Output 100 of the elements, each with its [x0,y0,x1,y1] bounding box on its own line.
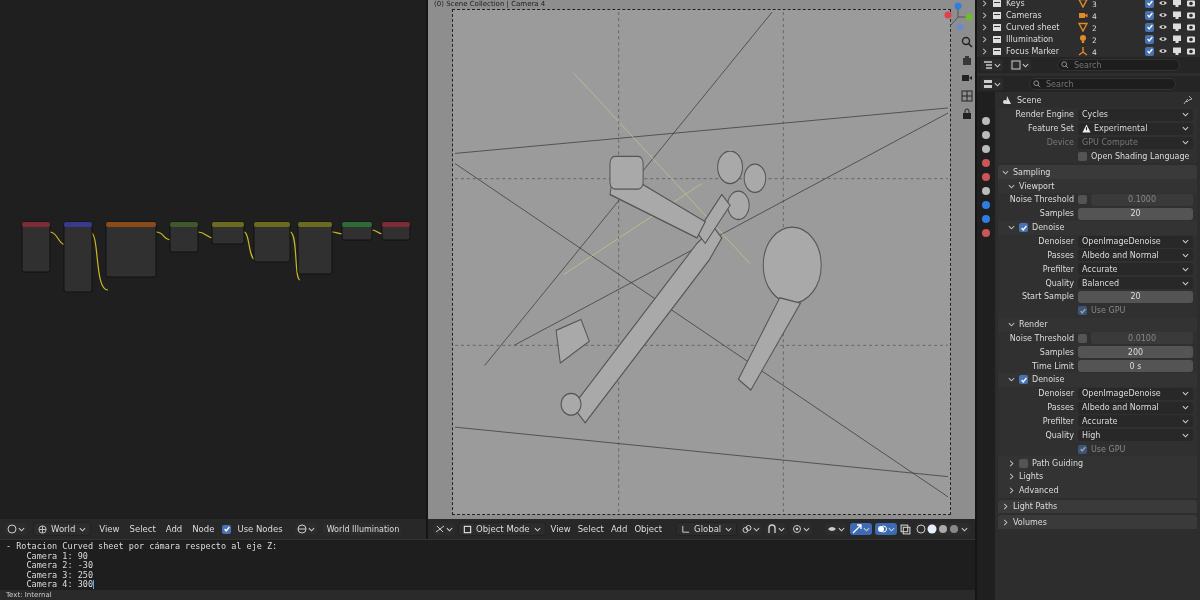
overlay-button[interactable] [875,523,897,535]
subpanel-title[interactable]: Path Guiding [1032,458,1084,468]
checkbox[interactable] [1145,22,1154,32]
checkbox[interactable] [1145,46,1154,56]
link-button[interactable] [740,523,763,535]
eye-icon[interactable] [1158,46,1168,56]
chevron-icon[interactable] [1002,168,1009,176]
subpanel-title[interactable]: Lights [1019,472,1044,482]
dropdown[interactable]: Albedo and Normal [1078,249,1193,262]
editor-type-button[interactable] [981,78,1003,90]
menu-item[interactable]: Object [632,524,665,534]
outliner-item[interactable]: Curved sheet [1006,22,1074,32]
camera-icon[interactable] [1186,34,1196,44]
visibility-button[interactable] [825,523,847,535]
menu-item[interactable]: Add [163,524,185,534]
outliner-item[interactable]: Cameras [1006,10,1074,20]
chevron-icon[interactable] [1008,487,1015,495]
checkbox[interactable] [1145,34,1154,44]
number-field[interactable]: 20 [1078,207,1193,220]
node-box[interactable] [105,221,157,277]
eye-icon[interactable] [1158,10,1168,20]
monitor-icon[interactable] [1172,10,1182,20]
chevron-icon[interactable] [1002,518,1009,526]
chevron-icon[interactable] [1008,473,1015,481]
panel-title[interactable]: Light Paths [1013,502,1058,512]
menu-item[interactable]: View [548,524,573,534]
search-field[interactable]: Search [1057,59,1180,71]
world-name-field[interactable]: World Illumination [322,523,401,535]
menu-item[interactable]: Select [127,524,158,534]
number-field[interactable]: 200 [1078,346,1193,359]
outliner-item[interactable]: Focus Marker [1006,46,1074,56]
dropdown[interactable]: Balanced [1078,277,1193,290]
panel-title[interactable]: Sampling [1013,167,1051,177]
checkbox[interactable] [1145,10,1154,20]
subpanel-title[interactable]: Advanced [1019,486,1059,496]
editor-type-button[interactable] [433,523,455,535]
subpanel-title[interactable]: Viewport [1019,181,1055,191]
dropdown[interactable]: High [1078,429,1193,442]
camera-icon[interactable] [1186,22,1196,32]
outliner-item[interactable]: Keys [1006,0,1074,8]
menu-item[interactable]: Add [608,524,630,534]
dropdown[interactable]: OpenImageDenoise [1078,235,1193,248]
eye-icon[interactable] [1158,34,1168,44]
menu-item[interactable]: Select [575,524,606,534]
xray-icon[interactable] [900,523,911,535]
checkbox[interactable] [1019,458,1028,468]
number-field[interactable]: 20 [1078,290,1193,303]
camera-icon[interactable] [1186,46,1196,56]
chevron-icon[interactable] [1008,224,1015,232]
world-browse-button[interactable] [294,523,317,535]
checkbox[interactable] [1078,151,1087,161]
orientation-dropdown[interactable]: Global [676,522,738,536]
monitor-icon[interactable] [1172,46,1182,56]
checkbox[interactable] [1078,195,1087,205]
lock-icon[interactable] [961,108,973,120]
monitor-icon[interactable] [1172,22,1182,32]
subpanel-title[interactable]: Render [1019,320,1048,330]
chevron-icon[interactable] [1008,182,1015,190]
grid-icon[interactable] [961,90,973,102]
menu-item[interactable]: Node [190,524,217,534]
outliner-item[interactable]: Illumination [1006,34,1074,44]
node-box[interactable] [381,221,411,240]
chevron-icon[interactable] [1008,459,1015,467]
checkbox[interactable] [1078,333,1087,343]
node-box[interactable] [297,221,333,274]
chevron-icon[interactable] [1008,376,1015,384]
monitor-icon[interactable] [1172,34,1182,44]
dropdown[interactable]: Experimental [1078,122,1193,135]
camera-icon[interactable] [1186,0,1196,8]
checkbox[interactable] [222,524,232,534]
number-field[interactable]: 0 s [1078,360,1193,373]
node-box[interactable] [21,221,51,272]
checkbox[interactable] [1019,375,1028,385]
dropdown[interactable]: OpenImageDenoise [1078,387,1193,400]
display-mode-button[interactable] [981,59,1003,71]
checkbox[interactable] [1019,223,1028,233]
node-box[interactable] [341,221,373,240]
node-box[interactable] [63,221,93,292]
dropdown[interactable]: Accurate [1078,263,1193,276]
snap-button[interactable] [765,523,788,535]
zoom-icon[interactable] [961,36,973,48]
gizmo-button[interactable] [850,523,872,535]
pin-icon[interactable] [1183,95,1193,105]
shading-mode-buttons[interactable] [914,523,970,535]
mode-dropdown[interactable]: Object Mode [458,522,546,536]
camera-icon[interactable] [961,72,973,84]
chevron-icon[interactable] [1008,321,1015,329]
subpanel-title[interactable]: Denoise [1032,375,1065,385]
editor-type-button[interactable] [5,523,27,535]
node-box[interactable] [169,221,199,252]
dropdown[interactable]: Accurate [1078,415,1193,428]
checkbox[interactable] [1145,0,1154,8]
dropdown[interactable]: Cycles [1078,108,1193,121]
search-field[interactable]: Search [1029,78,1176,90]
dropdown[interactable]: Albedo and Normal [1078,401,1193,414]
axis-gizmo-icon[interactable] [943,2,973,32]
filter-view-button[interactable] [1009,59,1031,71]
proportional-button[interactable] [790,523,813,535]
eye-icon[interactable] [1158,0,1168,8]
node-box[interactable] [253,221,291,262]
